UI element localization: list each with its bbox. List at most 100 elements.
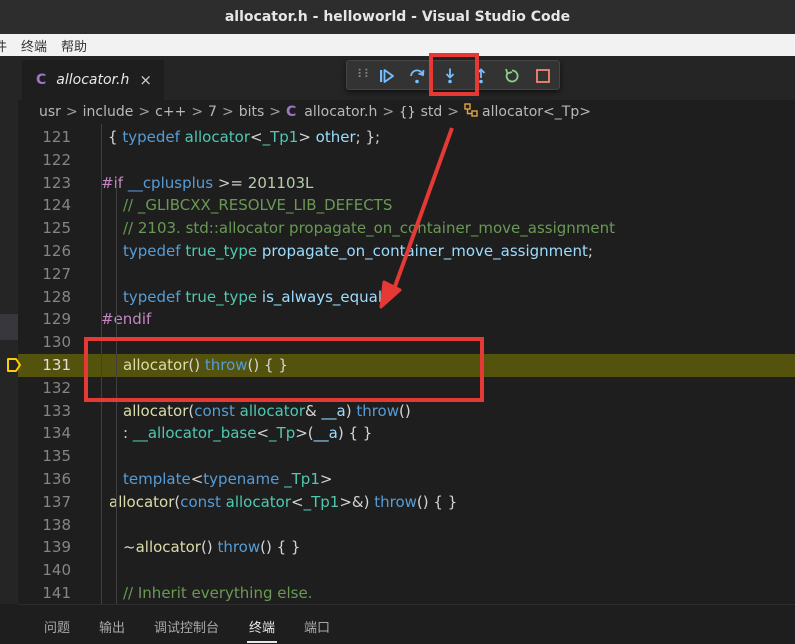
annotation-box-step-into — [429, 53, 479, 96]
tab-debug-console[interactable]: 调试控制台 — [154, 617, 219, 636]
class-icon — [464, 103, 478, 121]
debug-current-line-icon — [7, 358, 21, 372]
line-number[interactable]: 123 — [18, 174, 71, 192]
line-number[interactable]: 130 — [18, 333, 71, 351]
code-text[interactable]: template<typename _Tp1> — [123, 470, 332, 488]
chevron-right-icon: > — [221, 104, 234, 120]
breadcrumb-item-bits[interactable]: bits — [239, 104, 265, 120]
code-text[interactable]: allocator(const allocator<_Tp1>&) throw(… — [109, 493, 457, 511]
code-line[interactable]: 135 — [18, 445, 795, 468]
code-line[interactable]: 134 : __allocator_base<_Tp>(__a) { } — [18, 422, 795, 445]
line-number[interactable]: 137 — [18, 493, 71, 511]
breadcrumb-item-file[interactable]: allocator.h — [304, 104, 377, 120]
line-number[interactable]: 141 — [18, 584, 71, 602]
continue-button[interactable] — [375, 64, 399, 88]
close-icon[interactable]: × — [139, 71, 152, 89]
breadcrumb-item-std[interactable]: std — [421, 104, 443, 120]
breadcrumb-item-cpp[interactable]: c++ — [155, 104, 186, 120]
line-number[interactable]: 122 — [18, 151, 71, 169]
code-line[interactable]: 124 // _GLIBCXX_RESOLVE_LIB_DEFECTS — [18, 194, 795, 217]
chevron-right-icon: > — [138, 104, 151, 120]
code-text[interactable]: #if __cplusplus >= 201103L — [101, 174, 313, 192]
line-number[interactable]: 121 — [18, 128, 71, 146]
code-text[interactable]: : __allocator_base<_Tp>(__a) { } — [123, 424, 372, 442]
code-line[interactable]: 139 ~allocator() throw() { } — [18, 536, 795, 559]
code-line[interactable]: 129 #endif — [18, 308, 795, 331]
chevron-right-icon: > — [447, 104, 460, 120]
tab-ports[interactable]: 端口 — [304, 617, 330, 636]
drag-handle-icon[interactable]: ⠇⠇ — [357, 67, 373, 81]
code-line[interactable]: 128 typedef true_type is_always_equal; — [18, 286, 795, 309]
code-line[interactable]: 122 — [18, 149, 795, 172]
code-line[interactable]: 133 allocator(const allocator& __a) throw… — [18, 400, 795, 423]
chevron-right-icon: > — [191, 104, 204, 120]
menu-item-file[interactable]: 件 — [0, 36, 7, 55]
line-number[interactable]: 135 — [18, 447, 71, 465]
code-line[interactable]: 136 template<typename _Tp1> — [18, 468, 795, 491]
line-number[interactable]: 138 — [18, 516, 71, 534]
code-text[interactable]: allocator(const allocator& __a) throw() — [123, 402, 411, 420]
breadcrumb-item-7[interactable]: 7 — [208, 104, 217, 120]
breadcrumb-item-usr[interactable]: usr — [39, 104, 61, 120]
line-number[interactable]: 136 — [18, 470, 71, 488]
sidebar-selected-item[interactable] — [0, 314, 18, 340]
restart-button[interactable] — [500, 64, 524, 88]
code-text[interactable]: // Inherit everything else. — [123, 584, 312, 602]
code-line[interactable]: 137 allocator(const allocator<_Tp1>&) thr… — [18, 491, 795, 514]
code-line[interactable]: 141 // Inherit everything else. — [18, 582, 795, 604]
breadcrumb-item-include[interactable]: include — [83, 104, 134, 120]
menu-bar: 件 终端 帮助 — [0, 34, 795, 56]
line-number[interactable]: 140 — [18, 561, 71, 579]
line-number[interactable]: 126 — [18, 242, 71, 260]
code-line[interactable]: 127 — [18, 263, 795, 286]
code-line[interactable]: 123 #if __cplusplus >= 201103L — [18, 172, 795, 195]
continue-icon — [380, 69, 394, 83]
tab-output[interactable]: 输出 — [99, 617, 125, 636]
stop-button[interactable] — [531, 64, 555, 88]
line-number[interactable]: 131 — [18, 356, 71, 374]
tab-label: allocator.h — [56, 72, 130, 88]
panel-tab-bar: 问题 输出 调试控制台 终端 端口 — [18, 604, 795, 644]
tab-allocator-h[interactable]: C allocator.h × — [22, 60, 164, 100]
line-number[interactable]: 139 — [18, 538, 71, 556]
code-text[interactable]: typedef true_type is_always_equal; — [123, 288, 387, 306]
code-line[interactable]: 138 — [18, 514, 795, 537]
line-number[interactable]: 129 — [18, 310, 71, 328]
code-text[interactable]: // _GLIBCXX_RESOLVE_LIB_DEFECTS — [123, 196, 392, 214]
code-text[interactable]: ~allocator() throw() { } — [123, 538, 300, 556]
menu-item-help[interactable]: 帮助 — [61, 36, 87, 55]
restart-icon — [505, 68, 519, 83]
line-number[interactable]: 133 — [18, 402, 71, 420]
code-line[interactable]: 140 — [18, 559, 795, 582]
code-line[interactable]: 125 // 2103. std::allocator propagate_on_… — [18, 217, 795, 240]
code-text[interactable]: typedef true_type propagate_on_container… — [123, 242, 593, 260]
breadcrumb-item-class[interactable]: allocator<_Tp> — [482, 104, 591, 120]
line-number[interactable]: 127 — [18, 265, 71, 283]
namespace-icon: {} — [399, 104, 416, 120]
code-text[interactable]: { typedef allocator<_Tp1> other; }; — [108, 128, 380, 146]
tab-terminal[interactable]: 终端 — [249, 617, 275, 636]
line-number[interactable]: 132 — [18, 379, 71, 397]
active-tab-indicator — [247, 641, 277, 643]
code-line[interactable]: 126 typedef true_type propagate_on_contai… — [18, 240, 795, 263]
chevron-right-icon: > — [269, 104, 281, 120]
tab-problems[interactable]: 问题 — [44, 617, 70, 636]
code-text[interactable]: // 2103. std::allocator propagate_on_con… — [123, 219, 615, 237]
line-number[interactable]: 125 — [18, 219, 71, 237]
chevron-right-icon: > — [382, 104, 395, 120]
menu-item-terminal[interactable]: 终端 — [21, 36, 47, 55]
step-over-button[interactable] — [405, 64, 429, 88]
sidebar-edge — [0, 56, 18, 604]
code-text[interactable]: #endif — [101, 310, 151, 328]
chevron-right-icon: > — [65, 104, 78, 120]
c-file-icon: C — [286, 104, 297, 120]
annotation-box-current-line — [84, 337, 484, 402]
c-file-icon: C — [36, 72, 47, 88]
line-number[interactable]: 128 — [18, 288, 71, 306]
stop-icon — [536, 69, 550, 83]
window-title: allocator.h - helloworld - Visual Studio… — [224, 9, 571, 25]
line-number[interactable]: 124 — [18, 196, 71, 214]
code-line[interactable]: 121 { typedef allocator<_Tp1> other; }; — [18, 126, 795, 149]
step-over-icon — [410, 69, 425, 84]
line-number[interactable]: 134 — [18, 424, 71, 442]
